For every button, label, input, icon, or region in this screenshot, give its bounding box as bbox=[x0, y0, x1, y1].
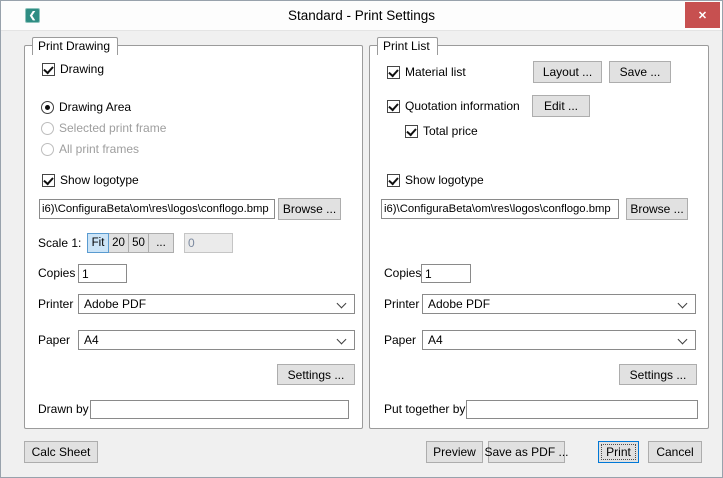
print-settings-dialog: ❮ Standard - Print Settings ✕ Print Draw… bbox=[0, 0, 723, 478]
material-list-checkbox[interactable]: Material list bbox=[387, 62, 466, 82]
radio-circle[interactable] bbox=[41, 101, 54, 114]
radio-circle bbox=[41, 143, 54, 156]
scale-label: Scale 1: bbox=[38, 233, 81, 253]
copies-label: Copies bbox=[38, 264, 75, 283]
drawn-by-input[interactable] bbox=[90, 400, 349, 419]
close-button[interactable]: ✕ bbox=[685, 2, 720, 28]
checkbox-label: Show logotype bbox=[60, 173, 139, 187]
print-drawing-group: Print Drawing Drawing Drawing Area Selec… bbox=[24, 45, 363, 429]
cancel-button[interactable]: Cancel bbox=[648, 441, 702, 463]
print-drawing-group-label: Print Drawing bbox=[32, 37, 118, 55]
total-price-checkbox[interactable]: Total price bbox=[405, 121, 478, 141]
quotation-information-checkbox[interactable]: Quotation information bbox=[387, 96, 520, 116]
put-together-by-label: Put together by bbox=[384, 400, 465, 419]
checkbox-label: Quotation information bbox=[405, 99, 520, 113]
close-icon: ✕ bbox=[698, 9, 707, 22]
checkbox-label: Drawing bbox=[60, 62, 104, 76]
radio-label: All print frames bbox=[59, 142, 139, 156]
checkbox-box[interactable] bbox=[387, 100, 400, 113]
checkbox-box[interactable] bbox=[42, 63, 55, 76]
radio-circle bbox=[41, 122, 54, 135]
logotype-path-input[interactable] bbox=[39, 199, 275, 219]
copies-input[interactable] bbox=[421, 264, 471, 283]
put-together-by-input[interactable] bbox=[466, 400, 698, 419]
edit-button[interactable]: Edit ... bbox=[532, 95, 590, 117]
checkbox-label: Material list bbox=[405, 65, 466, 79]
scale-custom-value-input bbox=[184, 233, 233, 253]
checkbox-box[interactable] bbox=[42, 174, 55, 187]
print-button[interactable]: Print bbox=[598, 441, 639, 463]
save-as-pdf-button[interactable]: Save as PDF ... bbox=[488, 441, 565, 463]
checkbox-box[interactable] bbox=[387, 66, 400, 79]
printer-label: Printer bbox=[38, 294, 73, 314]
radio-label: Selected print frame bbox=[59, 121, 166, 135]
print-list-group-label: Print List bbox=[377, 37, 438, 55]
drawing-checkbox[interactable]: Drawing bbox=[42, 59, 104, 79]
browse-button[interactable]: Browse ... bbox=[278, 198, 341, 220]
radio-all-print-frames: All print frames bbox=[41, 139, 139, 159]
layout-button[interactable]: Layout ... bbox=[533, 61, 602, 83]
print-list-group: Print List Material list Layout ... Save… bbox=[369, 45, 709, 429]
paper-select[interactable]: A4 bbox=[422, 330, 696, 350]
paper-selected-value: A4 bbox=[428, 331, 695, 349]
browse-button[interactable]: Browse ... bbox=[626, 198, 688, 220]
drawn-by-label: Drawn by bbox=[38, 400, 89, 419]
checkbox-label: Total price bbox=[423, 124, 478, 138]
radio-selected-print-frame: Selected print frame bbox=[41, 118, 166, 138]
scale-50-button[interactable]: 50 bbox=[128, 233, 149, 253]
calc-sheet-button[interactable]: Calc Sheet bbox=[24, 441, 98, 463]
checkbox-box[interactable] bbox=[387, 174, 400, 187]
paper-label: Paper bbox=[384, 330, 416, 350]
scale-20-button[interactable]: 20 bbox=[108, 233, 129, 253]
printer-label: Printer bbox=[384, 294, 419, 314]
printer-selected-value: Adobe PDF bbox=[428, 295, 695, 313]
paper-selected-value: A4 bbox=[84, 331, 354, 349]
paper-label: Paper bbox=[38, 330, 70, 350]
printer-selected-value: Adobe PDF bbox=[84, 295, 354, 313]
show-logotype-checkbox[interactable]: Show logotype bbox=[387, 170, 484, 190]
logotype-path-input[interactable] bbox=[381, 199, 619, 219]
copies-label: Copies bbox=[384, 264, 421, 283]
printer-select[interactable]: Adobe PDF bbox=[78, 294, 355, 314]
window-title: Standard - Print Settings bbox=[1, 1, 722, 30]
copies-input[interactable] bbox=[78, 264, 127, 283]
checkbox-box[interactable] bbox=[405, 125, 418, 138]
paper-select[interactable]: A4 bbox=[78, 330, 355, 350]
settings-button[interactable]: Settings ... bbox=[619, 364, 697, 385]
scale-custom-button[interactable]: ... bbox=[148, 233, 174, 253]
radio-drawing-area[interactable]: Drawing Area bbox=[41, 97, 131, 117]
show-logotype-checkbox[interactable]: Show logotype bbox=[42, 170, 139, 190]
scale-fit-button[interactable]: Fit bbox=[87, 233, 109, 253]
titlebar[interactable]: ❮ Standard - Print Settings ✕ bbox=[1, 1, 722, 31]
preview-button[interactable]: Preview bbox=[426, 441, 483, 463]
save-button[interactable]: Save ... bbox=[609, 61, 671, 83]
radio-label: Drawing Area bbox=[59, 100, 131, 114]
checkbox-label: Show logotype bbox=[405, 173, 484, 187]
settings-button[interactable]: Settings ... bbox=[277, 364, 355, 385]
printer-select[interactable]: Adobe PDF bbox=[422, 294, 696, 314]
